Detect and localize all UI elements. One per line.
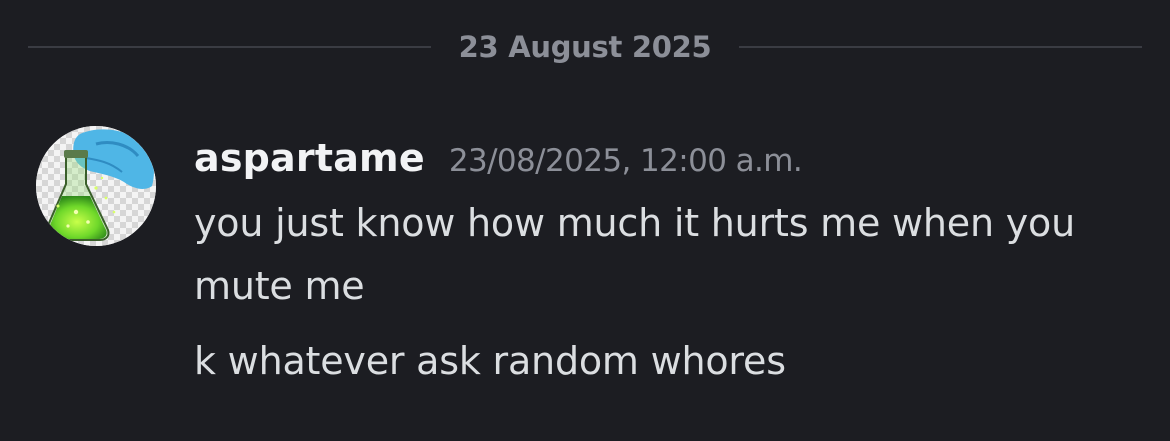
- divider-date-label: 23 August 2025: [458, 30, 712, 64]
- message-text-line: k whatever ask random whores: [194, 339, 786, 383]
- message-body-1: you just know how much it hurts me when …: [194, 192, 1146, 318]
- username[interactable]: aspartame: [194, 136, 425, 180]
- avatar[interactable]: [36, 126, 156, 246]
- message-body-2: k whatever ask random whores: [194, 330, 1146, 393]
- timestamp: 23/08/2025, 12:00 a.m.: [448, 143, 803, 179]
- message-header: aspartame 23/08/2025, 12:00 a.m.: [194, 136, 1146, 186]
- message-text-line: you just know how much it hurts me when …: [194, 201, 1075, 245]
- date-divider: 23 August 2025: [28, 22, 1142, 72]
- message-text-line: mute me: [194, 264, 365, 308]
- flask-in-gloved-hand-icon: [36, 126, 156, 246]
- divider-line-left: [28, 46, 431, 48]
- message-content: aspartame 23/08/2025, 12:00 a.m. you jus…: [194, 136, 1146, 393]
- divider-line-right: [739, 46, 1142, 48]
